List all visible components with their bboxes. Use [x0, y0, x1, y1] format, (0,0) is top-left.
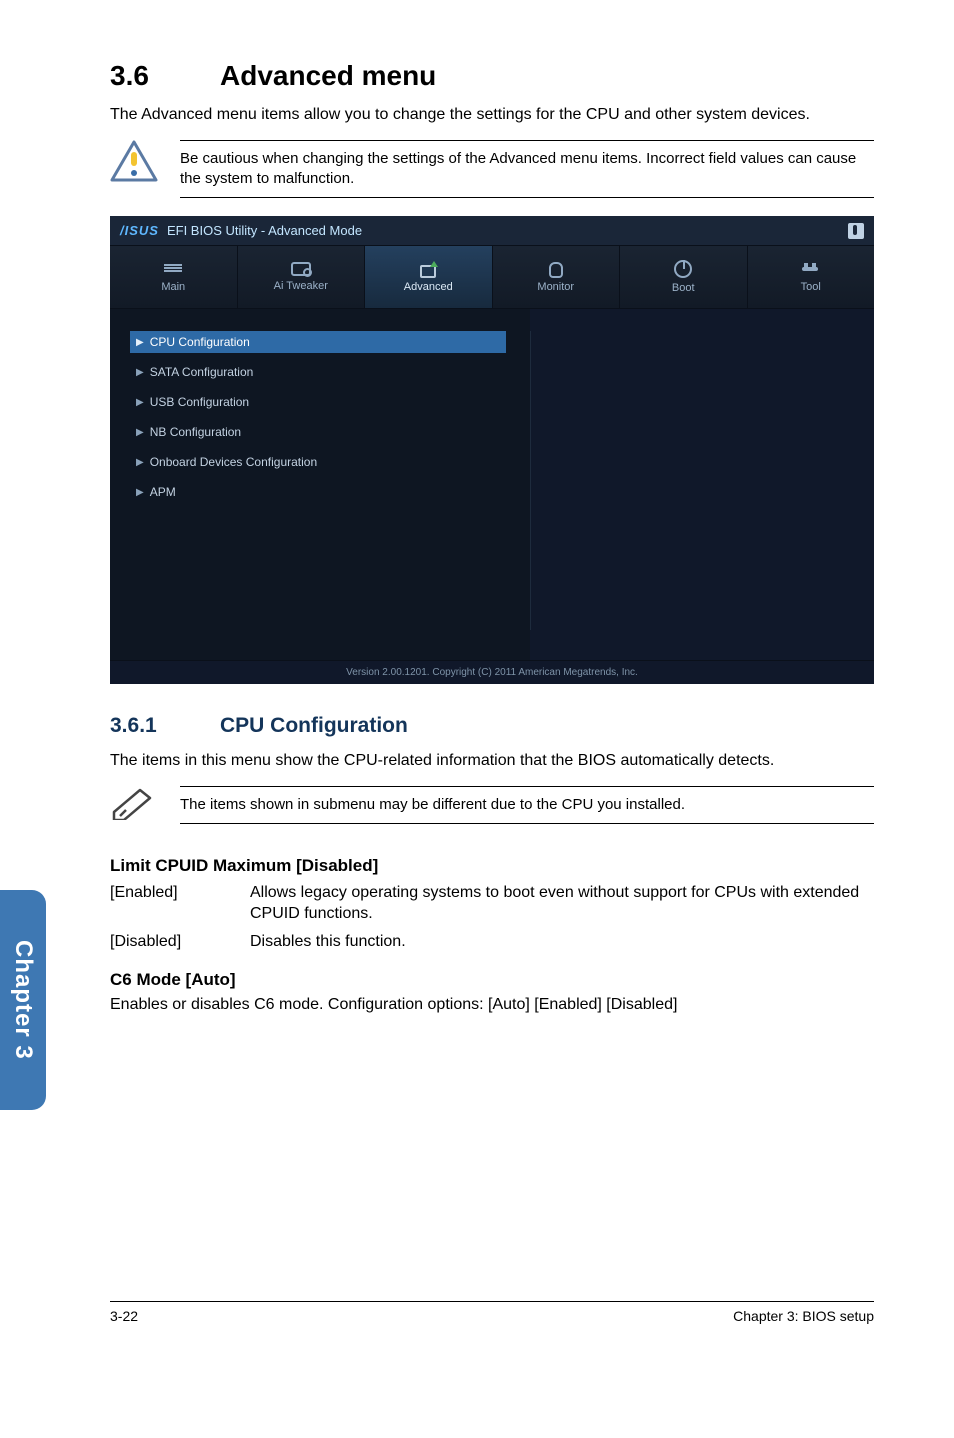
tab-ai-tweaker[interactable]: Ai Tweaker	[238, 246, 366, 308]
bios-titlebar: /ISUS EFI BIOS Utility - Advanced Mode	[110, 216, 874, 246]
subsection-heading: 3.6.1 CPU Configuration	[110, 714, 874, 738]
subsection-title: CPU Configuration	[220, 714, 408, 738]
option-desc: Disables this function.	[250, 931, 874, 953]
option-desc: Allows legacy operating systems to boot …	[250, 882, 874, 925]
bios-item-sata-configuration[interactable]: ▶ SATA Configuration	[130, 361, 506, 383]
toolbox-icon	[800, 261, 822, 277]
option-term: [Disabled]	[110, 931, 250, 953]
tab-label: Main	[161, 281, 185, 293]
c6-mode-body: Enables or disables C6 mode. Configurati…	[110, 994, 874, 1016]
c6-mode-heading: C6 Mode [Auto]	[110, 970, 874, 990]
bios-item-usb-configuration[interactable]: ▶ USB Configuration	[130, 391, 506, 413]
bios-item-nb-configuration[interactable]: ▶ NB Configuration	[130, 421, 506, 443]
bios-item-onboard-devices[interactable]: ▶ Onboard Devices Configuration	[130, 451, 506, 473]
tab-boot[interactable]: Boot	[620, 246, 748, 308]
chevron-right-icon: ▶	[136, 457, 144, 468]
note-text: The items shown in submenu may be differ…	[180, 786, 874, 824]
bios-item-label: SATA Configuration	[150, 365, 254, 379]
bios-tabbar: Main Ai Tweaker Advanced Monitor Boot	[110, 246, 874, 309]
subsection-intro: The items in this menu show the CPU-rela…	[110, 750, 874, 772]
tab-label: Advanced	[404, 281, 453, 293]
option-term: [Enabled]	[110, 882, 250, 925]
warning-callout: Be cautious when changing the settings o…	[110, 140, 874, 199]
chevron-right-icon: ▶	[136, 337, 144, 348]
bios-screenshot: /ISUS EFI BIOS Utility - Advanced Mode M…	[110, 216, 874, 684]
section-intro: The Advanced menu items allow you to cha…	[110, 104, 874, 126]
section-heading: 3.6 Advanced menu	[110, 60, 874, 92]
chevron-right-icon: ▶	[136, 427, 144, 438]
tab-tool[interactable]: Tool	[748, 246, 875, 308]
chip-icon	[417, 261, 439, 277]
limit-cpuid-heading: Limit CPUID Maximum [Disabled]	[110, 856, 874, 876]
tweaker-icon	[291, 262, 311, 276]
note-icon	[110, 786, 158, 830]
tab-main[interactable]: Main	[110, 246, 238, 308]
list-icon	[162, 261, 184, 277]
chevron-right-icon: ▶	[136, 487, 144, 498]
bios-divider	[530, 331, 531, 630]
tab-label: Monitor	[537, 281, 574, 293]
option-row: [Disabled] Disables this function.	[110, 931, 874, 953]
bios-menu-list: ▶ CPU Configuration ▶ SATA Configuration…	[130, 331, 506, 503]
bios-item-label: APM	[150, 485, 176, 499]
warning-icon	[110, 140, 158, 184]
warning-text: Be cautious when changing the settings o…	[180, 140, 874, 199]
bios-item-apm[interactable]: ▶ APM	[130, 481, 506, 503]
section-number: 3.6	[110, 60, 220, 92]
bios-item-label: Onboard Devices Configuration	[150, 455, 317, 469]
tab-label: Ai Tweaker	[274, 280, 328, 292]
tab-label: Boot	[672, 282, 695, 294]
chapter-label: Chapter 3: BIOS setup	[733, 1308, 874, 1324]
section-title: Advanced menu	[220, 60, 436, 92]
tab-monitor[interactable]: Monitor	[493, 246, 621, 308]
subsection-number: 3.6.1	[110, 714, 220, 738]
bios-item-label: NB Configuration	[150, 425, 241, 439]
bios-footer: Version 2.00.1201. Copyright (C) 2011 Am…	[110, 660, 874, 684]
chevron-right-icon: ▶	[136, 397, 144, 408]
option-row: [Enabled] Allows legacy operating system…	[110, 882, 874, 925]
note-callout: The items shown in submenu may be differ…	[110, 786, 874, 830]
exit-icon[interactable]	[848, 223, 864, 239]
page-number: 3-22	[110, 1308, 138, 1324]
tab-advanced[interactable]: Advanced	[365, 246, 493, 308]
bios-brand: /ISUS	[120, 223, 159, 238]
tab-label: Tool	[801, 281, 821, 293]
page-footer: 3-22 Chapter 3: BIOS setup	[110, 1301, 874, 1324]
bios-item-label: CPU Configuration	[150, 335, 250, 349]
thermometer-icon	[545, 261, 567, 277]
bios-item-label: USB Configuration	[150, 395, 249, 409]
power-icon	[674, 260, 692, 278]
bios-item-cpu-configuration[interactable]: ▶ CPU Configuration	[130, 331, 506, 353]
chevron-right-icon: ▶	[136, 367, 144, 378]
bios-title: EFI BIOS Utility - Advanced Mode	[167, 223, 362, 238]
